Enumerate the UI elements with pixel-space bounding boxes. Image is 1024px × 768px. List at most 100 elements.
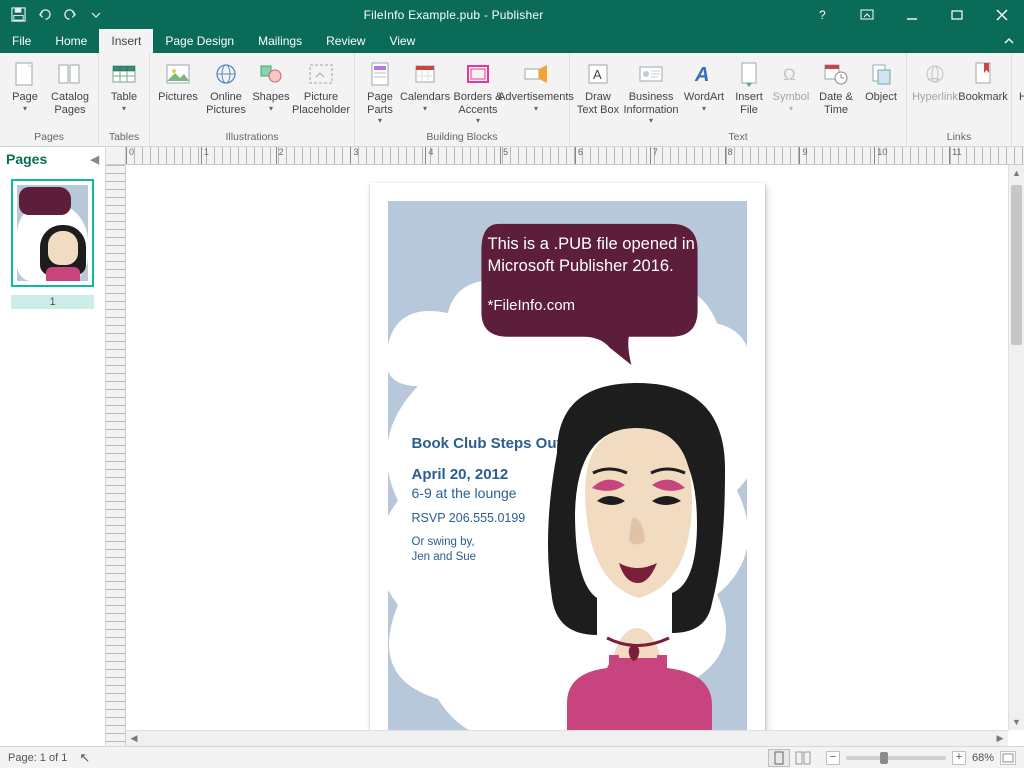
window-controls: ? (799, 0, 1024, 29)
scroll-thumb-v[interactable] (1011, 185, 1022, 345)
pictures-button[interactable]: Pictures (156, 57, 200, 104)
view-buttons (768, 749, 814, 767)
horizontal-scrollbar[interactable]: ◀ ▶ (126, 730, 1008, 746)
object-button[interactable]: Object (862, 57, 900, 104)
picture-placeholder-icon (306, 59, 336, 89)
ribbon-group-header-footer: Header Footer # Page Number▾ Header & Fo… (1012, 53, 1024, 146)
ruler-corner (106, 147, 126, 165)
title-bar: FileInfo Example.pub - Publisher ? (0, 0, 1024, 29)
tab-file[interactable]: File (0, 29, 43, 53)
page-thumbnail-1[interactable] (11, 179, 94, 287)
ribbon-group-links: Hyperlink Bookmark Links (907, 53, 1012, 146)
shapes-icon (256, 59, 286, 89)
scroll-down-icon[interactable]: ▼ (1009, 714, 1024, 730)
scroll-left-icon[interactable]: ◀ (126, 731, 142, 746)
page-indicator[interactable]: Page: 1 of 1 (8, 752, 67, 764)
page-icon (10, 59, 40, 89)
tab-review[interactable]: Review (314, 29, 377, 53)
header-button[interactable]: Header (1018, 57, 1024, 104)
online-pictures-button[interactable]: Online Pictures (204, 57, 248, 116)
business-information-button[interactable]: Business Information▾ (624, 57, 678, 125)
online-pictures-icon (211, 59, 241, 89)
ribbon-display-options[interactable] (844, 0, 889, 29)
ribbon-group-building-blocks: Page Parts▾ Calendars▾ Borders & Accents… (355, 53, 570, 146)
zoom-level[interactable]: 68% (972, 752, 994, 764)
svg-text:Ω: Ω (783, 65, 796, 84)
date-time-button[interactable]: Date & Time (814, 57, 858, 116)
undo-icon[interactable] (32, 3, 56, 27)
object-icon (866, 59, 896, 89)
borders-accents-icon (463, 59, 493, 89)
svg-text:A: A (593, 67, 602, 82)
advertisements-icon (521, 59, 551, 89)
table-icon (109, 59, 139, 89)
redo-icon[interactable] (58, 3, 82, 27)
qat-customize-icon[interactable] (84, 3, 108, 27)
quick-access-toolbar (0, 3, 108, 27)
symbol-button[interactable]: Ω Symbol▾ (772, 57, 810, 113)
ribbon-group-illustrations: Pictures Online Pictures Shapes ▾ Pictur… (150, 53, 355, 146)
status-bar: Page: 1 of 1 ↖ − + 68% (0, 746, 1024, 768)
tab-insert[interactable]: Insert (99, 29, 153, 53)
pictures-icon (163, 59, 193, 89)
vertical-ruler[interactable] (106, 165, 126, 746)
zoom-in-button[interactable]: + (952, 751, 966, 765)
tab-page-design[interactable]: Page Design (153, 29, 246, 53)
symbol-icon: Ω (776, 59, 806, 89)
hyperlink-button[interactable]: Hyperlink (913, 57, 957, 104)
catalog-pages-icon (55, 59, 85, 89)
zoom-slider[interactable] (846, 756, 946, 760)
two-page-view-button[interactable] (792, 749, 814, 767)
page-thumbnail-label: 1 (11, 295, 94, 309)
insert-file-button[interactable]: Insert File (730, 57, 768, 116)
speech-bubble: This is a .PUB file opened in Microsoft … (462, 215, 717, 365)
vertical-scrollbar[interactable]: ▲ ▼ (1008, 165, 1024, 730)
scroll-up-icon[interactable]: ▲ (1009, 165, 1024, 181)
pages-pane-collapse-icon[interactable]: ◀ (91, 153, 99, 166)
zoom-slider-thumb[interactable] (880, 752, 888, 764)
picture-placeholder-button[interactable]: Picture Placeholder (294, 57, 348, 116)
wordart-button[interactable]: A WordArt▾ (682, 57, 726, 113)
calendars-button[interactable]: Calendars▾ (403, 57, 447, 113)
save-icon[interactable] (6, 3, 30, 27)
ribbon-tabs: File Home Insert Page Design Mailings Re… (0, 29, 1024, 53)
event-swing1: Or swing by, (412, 536, 475, 548)
horizontal-ruler[interactable]: 0 1 2 3 4 5 6 7 8 9 10 11 (126, 147, 1024, 165)
bubble-line2: Microsoft Publisher 2016. (488, 255, 697, 277)
wordart-icon: A (689, 59, 719, 89)
table-button[interactable]: Table ▾ (105, 57, 143, 113)
collapse-ribbon-icon[interactable] (994, 29, 1024, 53)
woman-illustration (497, 373, 747, 730)
page-button[interactable]: Page ▾ (6, 57, 44, 113)
document-canvas[interactable]: This is a .PUB file opened in Microsoft … (126, 165, 1008, 730)
tab-mailings[interactable]: Mailings (246, 29, 314, 53)
work-area: Pages ◀ 1 0 1 2 3 4 5 6 7 8 9 10 (0, 147, 1024, 746)
canvas-area: 0 1 2 3 4 5 6 7 8 9 10 11 (106, 147, 1024, 746)
page-parts-button[interactable]: Page Parts▾ (361, 57, 399, 125)
bookmark-button[interactable]: Bookmark (961, 57, 1005, 104)
zoom-out-button[interactable]: − (826, 751, 840, 765)
scroll-right-icon[interactable]: ▶ (992, 731, 1008, 746)
tab-home[interactable]: Home (43, 29, 99, 53)
business-information-icon (636, 59, 666, 89)
catalog-pages-button[interactable]: Catalog Pages (48, 57, 92, 116)
maximize-button[interactable] (934, 0, 979, 29)
svg-text:A: A (694, 64, 709, 86)
single-page-view-button[interactable] (768, 749, 790, 767)
close-button[interactable] (979, 0, 1024, 29)
date-time-icon (821, 59, 851, 89)
svg-text:?: ? (819, 8, 826, 22)
shapes-button[interactable]: Shapes ▾ (252, 57, 290, 113)
tab-view[interactable]: View (377, 29, 427, 53)
calendars-icon (410, 59, 440, 89)
help-button[interactable]: ? (799, 0, 844, 29)
zoom-fit-icon[interactable] (1000, 751, 1016, 765)
advertisements-button[interactable]: Advertisements▾ (509, 57, 563, 113)
insert-file-icon (734, 59, 764, 89)
draw-text-box-button[interactable]: A Draw Text Box (576, 57, 620, 116)
publication-page[interactable]: This is a .PUB file opened in Microsoft … (370, 183, 765, 730)
ribbon-group-pages: Page ▾ Catalog Pages Pages (0, 53, 99, 146)
borders-accents-button[interactable]: Borders & Accents▾ (451, 57, 505, 125)
pointer-icon: ↖ (79, 750, 90, 766)
minimize-button[interactable] (889, 0, 934, 29)
